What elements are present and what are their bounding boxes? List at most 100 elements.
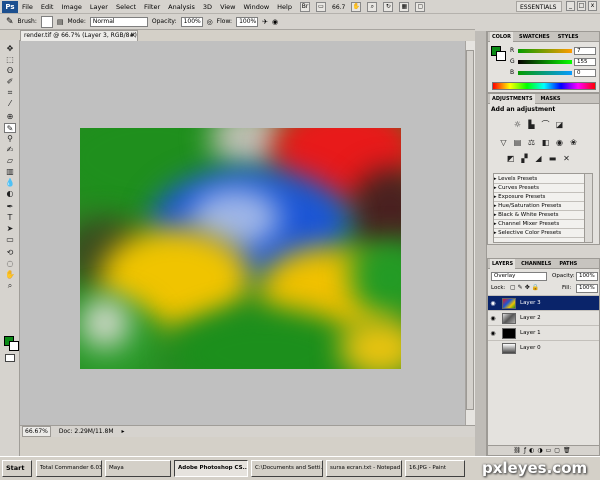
- layer-name[interactable]: Layer 3: [520, 300, 541, 306]
- background-color-swatch[interactable]: [9, 341, 19, 351]
- tab-paths[interactable]: PATHS: [557, 261, 579, 267]
- menu-select[interactable]: Select: [116, 0, 136, 14]
- quick-selection-tool-icon[interactable]: ✐: [4, 77, 16, 87]
- tab-layers[interactable]: LAYERS: [490, 258, 516, 269]
- vibrance-icon[interactable]: ▽: [498, 138, 509, 148]
- tab-adjustments[interactable]: ADJUSTMENTS: [490, 93, 535, 104]
- layer-row-layer-1[interactable]: ◉ Layer 1: [488, 325, 599, 340]
- eyedropper-tool-icon[interactable]: ⁄: [4, 99, 16, 109]
- brush-preset-picker[interactable]: [40, 15, 53, 28]
- invert-icon[interactable]: ◩: [505, 154, 516, 164]
- color-background-swatch[interactable]: [496, 51, 506, 61]
- blue-value[interactable]: 0: [574, 68, 596, 77]
- fill-field[interactable]: 100%: [576, 284, 598, 293]
- scrollbar-thumb[interactable]: [466, 50, 474, 410]
- visibility-eye-icon[interactable]: ◉: [488, 330, 498, 337]
- menu-file[interactable]: File: [22, 0, 33, 14]
- opacity-field[interactable]: 100%: [180, 16, 203, 27]
- shape-tool-icon[interactable]: ▭: [4, 235, 16, 245]
- close-window-button[interactable]: x: [588, 1, 597, 11]
- gradient-map-icon[interactable]: ▬: [547, 154, 558, 164]
- blue-slider[interactable]: [518, 70, 572, 75]
- black-white-icon[interactable]: ◧: [540, 138, 551, 148]
- 3d-orbit-tool-icon[interactable]: ◌: [4, 259, 16, 269]
- preset-exposure[interactable]: Exposure Presets: [494, 193, 590, 202]
- taskbar-photoshop[interactable]: Adobe Photoshop CS...: [174, 460, 248, 477]
- clone-stamp-tool-icon[interactable]: ⚲: [4, 134, 16, 144]
- color-balance-icon[interactable]: ⚖: [526, 138, 537, 148]
- airbrush-icon[interactable]: ✈: [262, 18, 268, 26]
- lasso-tool-icon[interactable]: ʘ: [4, 66, 16, 76]
- taskbar-notepad[interactable]: sursa ecran.txt - Notepad: [326, 460, 402, 477]
- exposure-icon[interactable]: ◪: [554, 120, 565, 130]
- curves-icon[interactable]: ⌒: [540, 120, 551, 130]
- quick-mask-icon[interactable]: [5, 354, 15, 362]
- history-brush-tool-icon[interactable]: ✍: [4, 145, 16, 155]
- mini-bridge-icon[interactable]: ▭: [316, 2, 326, 12]
- marquee-tool-icon[interactable]: ⬚: [4, 55, 16, 65]
- rotate-view-icon[interactable]: ↻: [383, 2, 394, 12]
- preset-selective-color[interactable]: Selective Color Presets: [494, 229, 590, 238]
- eraser-tool-icon[interactable]: ▱: [4, 156, 16, 166]
- layer-name[interactable]: Layer 1: [520, 330, 541, 336]
- preset-curves[interactable]: Curves Presets: [494, 184, 590, 193]
- start-button[interactable]: Start: [2, 460, 32, 477]
- status-menu-arrow-icon[interactable]: ▸: [122, 428, 125, 435]
- layer-name[interactable]: Layer 2: [520, 315, 541, 321]
- layer-name[interactable]: Layer 0: [520, 345, 541, 351]
- taskbar-total-commander[interactable]: Total Commander 6.03 ...: [36, 460, 102, 477]
- menu-filter[interactable]: Filter: [144, 0, 160, 14]
- menu-help[interactable]: Help: [277, 0, 292, 14]
- 3d-rotate-tool-icon[interactable]: ⟲: [4, 248, 16, 258]
- posterize-icon[interactable]: ▞: [519, 154, 530, 164]
- presets-scrollbar[interactable]: [584, 174, 592, 242]
- taskbar-explorer[interactable]: C:\Documents and Setti...: [251, 460, 323, 477]
- layer-row-layer-2[interactable]: ◉ Layer 2: [488, 310, 599, 325]
- workspace-switcher[interactable]: ESSENTIALS: [516, 1, 562, 12]
- zoom-tool-icon[interactable]: ⌕: [367, 2, 378, 12]
- pressure-size-icon[interactable]: ◉: [272, 18, 278, 26]
- bridge-icon[interactable]: Br: [300, 2, 310, 12]
- green-value[interactable]: 155: [574, 57, 596, 66]
- menu-analysis[interactable]: Analysis: [168, 0, 195, 14]
- menu-window[interactable]: Window: [244, 0, 270, 14]
- type-tool-icon[interactable]: T: [4, 213, 16, 223]
- arrange-documents-icon[interactable]: ▦: [399, 2, 410, 12]
- threshold-icon[interactable]: ◢: [533, 154, 544, 164]
- layer-opacity-field[interactable]: 100%: [576, 272, 598, 281]
- document-tab[interactable]: render.tif @ 66.7% (Layer 3, RGB/8#) *: [20, 30, 138, 41]
- blend-mode-select[interactable]: Overlay: [491, 272, 547, 281]
- photo-filter-icon[interactable]: ◉: [554, 138, 565, 148]
- brush-tool-icon[interactable]: ✎: [6, 17, 14, 27]
- layers-footer-buttons[interactable]: ⛓ƒ◐◑▭▢🗑: [488, 445, 599, 455]
- brightness-contrast-icon[interactable]: ☼: [512, 120, 523, 130]
- hand-tool-icon[interactable]: ✋: [351, 2, 362, 12]
- zoom-level[interactable]: 66.7: [332, 4, 345, 11]
- screen-mode-icon[interactable]: ▢: [415, 2, 426, 12]
- taskbar-maya[interactable]: Maya: [105, 460, 171, 477]
- preset-levels[interactable]: Levels Presets: [494, 175, 590, 184]
- visibility-eye-icon[interactable]: ◉: [488, 315, 498, 322]
- blur-tool-icon[interactable]: 💧: [4, 178, 16, 188]
- move-tool-icon[interactable]: ✥: [4, 44, 16, 54]
- tab-swatches[interactable]: SWATCHES: [517, 34, 552, 40]
- levels-icon[interactable]: ▙: [526, 120, 537, 130]
- close-tab-icon[interactable]: ×: [130, 31, 136, 39]
- preset-black-white[interactable]: Black & White Presets: [494, 211, 590, 220]
- color-spectrum-ramp[interactable]: [492, 82, 596, 90]
- crop-tool-icon[interactable]: ⌗: [4, 88, 16, 98]
- pen-tool-icon[interactable]: ✒: [4, 202, 16, 212]
- hand-tool-icon[interactable]: ✋: [4, 270, 16, 280]
- tab-color[interactable]: COLOR: [490, 31, 514, 42]
- pressure-opacity-icon[interactable]: ◎: [207, 18, 213, 26]
- tab-masks[interactable]: MASKS: [539, 96, 563, 102]
- healing-brush-tool-icon[interactable]: ⊕: [4, 112, 16, 122]
- status-doc-info[interactable]: Doc: 2.29M/11.8M: [59, 428, 114, 435]
- minimize-button[interactable]: _: [566, 1, 575, 11]
- menu-image[interactable]: Image: [61, 0, 81, 14]
- layer-row-layer-3[interactable]: ◉ Layer 3: [488, 295, 599, 310]
- tab-channels[interactable]: CHANNELS: [519, 261, 553, 267]
- preset-channel-mixer[interactable]: Channel Mixer Presets: [494, 220, 590, 229]
- menu-edit[interactable]: Edit: [41, 0, 54, 14]
- selective-color-icon[interactable]: ✕: [561, 154, 572, 164]
